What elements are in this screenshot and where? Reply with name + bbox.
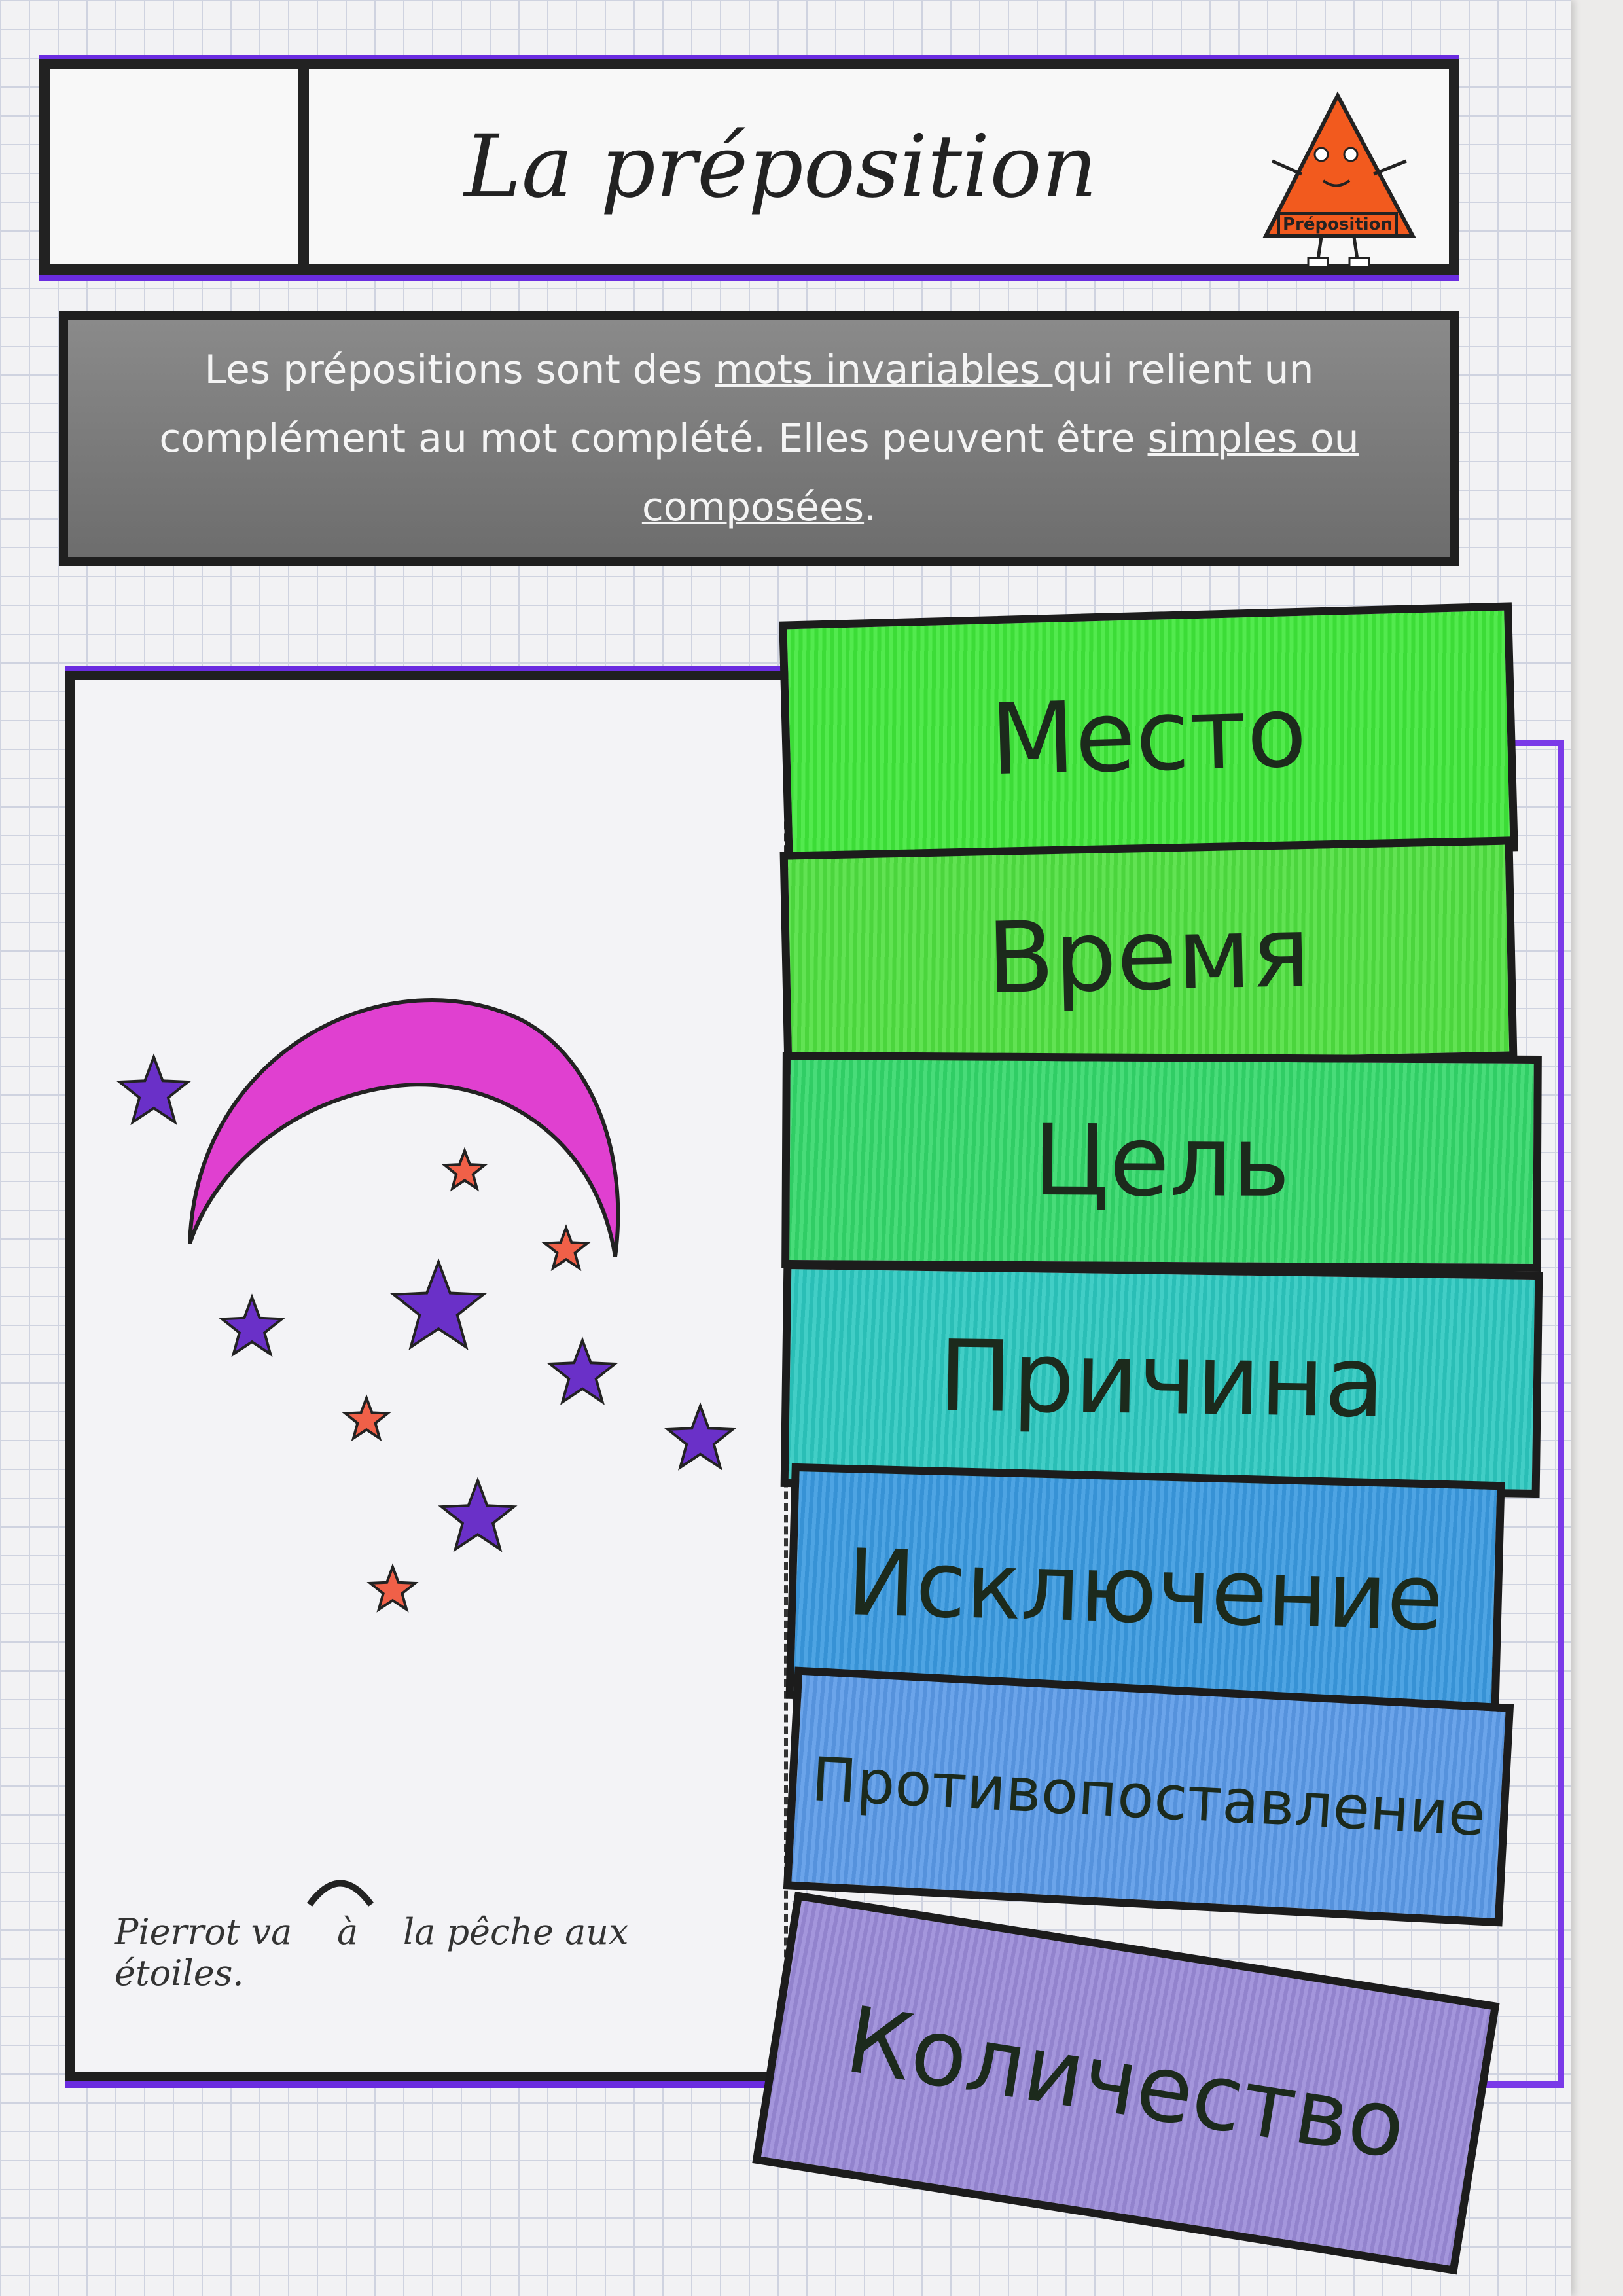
page-title: La préposition [464, 117, 1097, 217]
underlined-invariables: mots invariables [715, 346, 1053, 393]
mascot-label: Préposition [1283, 215, 1393, 234]
title-blank-cell [50, 69, 309, 264]
definition-text: Les prépositions sont des mots invariabl… [159, 346, 1359, 530]
preposition-mascot-icon: Préposition [1262, 91, 1417, 268]
star-icon [116, 1053, 192, 1126]
star-icon [441, 1147, 488, 1192]
sentence-preposition: à [336, 1911, 359, 1952]
star-icon [546, 1336, 618, 1405]
star-icon [218, 1293, 286, 1357]
sentence-before: Pierrot va [115, 1911, 293, 1952]
tab-prichina[interactable]: Причина [780, 1261, 1543, 1498]
tab-protivopostavlenie[interactable]: Противопоставление [783, 1666, 1514, 1927]
star-icon [438, 1477, 518, 1552]
tab-mesto[interactable]: Место [779, 602, 1518, 870]
tab-vremya[interactable]: Время [779, 836, 1518, 1075]
star-icon [541, 1224, 591, 1272]
star-icon [342, 1394, 391, 1442]
star-icon [366, 1563, 419, 1613]
star-icon [390, 1258, 487, 1350]
preposition-arc-icon [306, 1880, 374, 1907]
tab-tsel[interactable]: Цель [781, 1051, 1542, 1272]
moon-icon [188, 998, 620, 1257]
title-bar: La préposition Préposition [39, 59, 1459, 275]
moon-and-stars-illustration [116, 998, 736, 1613]
definition-box: Les prépositions sont des mots invariabl… [59, 311, 1459, 566]
star-icon [664, 1402, 736, 1471]
example-sentence: Pierrot va à la pêche aux étoiles. [115, 1880, 769, 1994]
